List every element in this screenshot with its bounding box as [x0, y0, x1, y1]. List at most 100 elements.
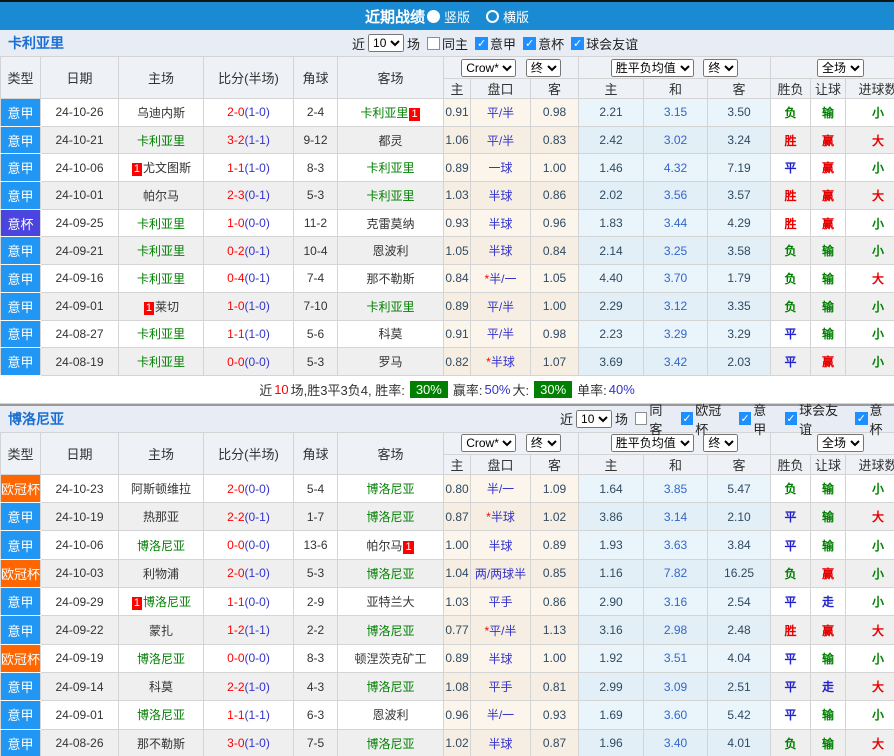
games-count-select[interactable]: 10: [576, 410, 612, 428]
result-goals-cell: 小: [846, 99, 894, 127]
scope-select[interactable]: 全场: [817, 59, 864, 77]
odds-company-select[interactable]: Crow*: [461, 434, 516, 452]
league-type-cell: 欧冠杯: [1, 559, 41, 587]
team-name: 博洛尼亚: [137, 652, 185, 666]
result-handicap-cell: 赢: [811, 559, 846, 587]
match-row: 欧冠杯24-10-03利物浦2-0(1-0)5-3博洛尼亚1.04两/两球半0.…: [1, 559, 894, 587]
league-checkbox-ucl[interactable]: 欧冠杯: [681, 400, 732, 438]
home-team-cell: 蒙扎: [119, 616, 204, 644]
score-cell: 1-1(1-0): [204, 320, 294, 348]
league-checkbox-coppa[interactable]: 意杯: [523, 34, 564, 53]
red-card-badge: 1: [144, 302, 154, 315]
home-team-cell: 乌迪内斯: [119, 99, 204, 127]
score-cell: 0-0(0-0): [204, 644, 294, 672]
team-name: 那不勒斯: [366, 272, 414, 286]
sub-header-handicap-away: 客: [531, 79, 579, 99]
away-team-cell: 那不勒斯: [338, 265, 444, 293]
away-team-cell: 卡利亚里: [338, 292, 444, 320]
corner-cell: 8-3: [294, 154, 338, 182]
away-team-cell: 顿涅茨克矿工: [338, 644, 444, 672]
sub-header-odds-away: 客: [708, 454, 771, 474]
team-name: 博洛尼亚: [366, 482, 414, 496]
near-label: 近: [352, 34, 365, 53]
same-home-checkbox[interactable]: 同主: [427, 34, 468, 53]
odds-away-cell: 1.79: [708, 265, 771, 293]
avg-final-select[interactable]: 终: [703, 59, 738, 77]
checkbox-checked-icon: [475, 37, 488, 50]
away-team-cell: 恩波利: [338, 701, 444, 729]
score-cell: 1-0(1-0): [204, 292, 294, 320]
result-goals-cell: 小: [846, 209, 894, 237]
away-team-cell: 卡利亚里1: [338, 99, 444, 127]
handicap-away-odds: 0.87: [531, 729, 579, 756]
team-name: 卡利亚里: [137, 355, 185, 369]
sub-header-result-handicap: 让球: [811, 454, 846, 474]
col-header-type: 类型: [1, 57, 41, 99]
league-checkbox-seriea[interactable]: 意甲: [739, 400, 778, 438]
handicap-final-select[interactable]: 终: [526, 59, 561, 77]
bologna-matches-table: 类型 日期 主场 比分(半场) 角球 客场 Crow* 终 胜平负均值 终 全场: [0, 432, 894, 756]
team-name: 博洛尼亚: [366, 737, 414, 751]
score-cell: 0-0(0-0): [204, 348, 294, 376]
handicap-line-cell: *平/半: [471, 616, 531, 644]
sub-header-odds-away: 客: [708, 79, 771, 99]
halftime-score: (0-1): [245, 244, 270, 258]
team-name: 卡利亚里: [366, 189, 414, 203]
team-name: 热那亚: [143, 510, 179, 524]
odds-away-cell: 3.35: [708, 292, 771, 320]
col-header-type: 类型: [1, 432, 41, 474]
fulltime-score: 1-1: [227, 161, 244, 175]
handicap-final-select[interactable]: 终: [526, 434, 561, 452]
match-row: 意甲24-09-291博洛尼亚1-1(0-0)2-9亚特兰大1.03平手0.86…: [1, 588, 894, 616]
fulltime-score: 2-0: [227, 105, 244, 119]
avg-odds-select[interactable]: 胜平负均值: [611, 59, 694, 77]
halftime-score: (0-1): [245, 510, 270, 524]
match-row: 欧冠杯24-09-19博洛尼亚0-0(0-0)8-3顿涅茨克矿工0.89半球1.…: [1, 644, 894, 672]
handicap-line-cell: 一球: [471, 154, 531, 182]
halftime-score: (1-0): [245, 566, 270, 580]
odds-home-cell: 1.64: [579, 474, 644, 502]
match-row: 意甲24-10-19热那亚2-2(0-1)1-7博洛尼亚0.87*半球1.023…: [1, 503, 894, 531]
checkbox-checked-icon: [681, 412, 693, 425]
result-handicap-cell: 输: [811, 237, 846, 265]
league-checkbox-coppa[interactable]: 意杯: [855, 400, 894, 438]
odds-draw-cell: 3.85: [644, 474, 708, 502]
handicap-away-odds: 0.81: [531, 672, 579, 700]
same-away-label: 同客: [649, 400, 673, 438]
handicap-line-cell: 平/半: [471, 99, 531, 127]
odds-home-cell: 2.90: [579, 588, 644, 616]
odds-company-select[interactable]: Crow*: [461, 59, 516, 77]
result-wdl-cell: 平: [771, 503, 811, 531]
away-team-cell: 亚特兰大: [338, 588, 444, 616]
horizontal-layout-radio[interactable]: 横版: [484, 7, 529, 26]
result-goals-cell: 小: [846, 701, 894, 729]
same-away-checkbox[interactable]: 同客: [635, 400, 674, 438]
corner-cell: 5-3: [294, 559, 338, 587]
odds-away-cell: 3.24: [708, 126, 771, 154]
handicap-home-odds: 0.89: [444, 644, 471, 672]
team-name: 阿斯顿维拉: [131, 482, 191, 496]
odds-home-cell: 3.86: [579, 503, 644, 531]
team-name: 卡利亚里: [137, 272, 185, 286]
odds-draw-cell: 3.09: [644, 672, 708, 700]
halftime-score: (1-1): [245, 623, 270, 637]
odds-draw-cell: 3.42: [644, 348, 708, 376]
result-wdl-cell: 胜: [771, 182, 811, 210]
league-type-cell: 意甲: [1, 265, 41, 293]
league-checkbox-friendly[interactable]: 球会友谊: [571, 34, 638, 53]
col-header-corner: 角球: [294, 57, 338, 99]
team-name-cagliari: 卡利亚里: [8, 33, 64, 53]
league-checkbox-seriea[interactable]: 意甲: [475, 34, 516, 53]
match-row: 意甲24-09-14科莫2-2(1-0)4-3博洛尼亚1.08平手0.812.9…: [1, 672, 894, 700]
result-handicap-cell: 输: [811, 292, 846, 320]
league-checkbox-friendly[interactable]: 球会友谊: [785, 400, 848, 438]
odds-home-cell: 1.93: [579, 531, 644, 559]
games-count-select[interactable]: 10: [368, 34, 404, 52]
league-type-cell: 意甲: [1, 701, 41, 729]
team-name: 帕尔马: [366, 539, 402, 553]
vertical-layout-radio[interactable]: 竖版: [425, 7, 470, 26]
games-suffix-label: 场: [615, 409, 628, 428]
home-team-cell: 卡利亚里: [119, 265, 204, 293]
odds-home-cell: 1.69: [579, 701, 644, 729]
fulltime-score: 2-2: [227, 680, 244, 694]
